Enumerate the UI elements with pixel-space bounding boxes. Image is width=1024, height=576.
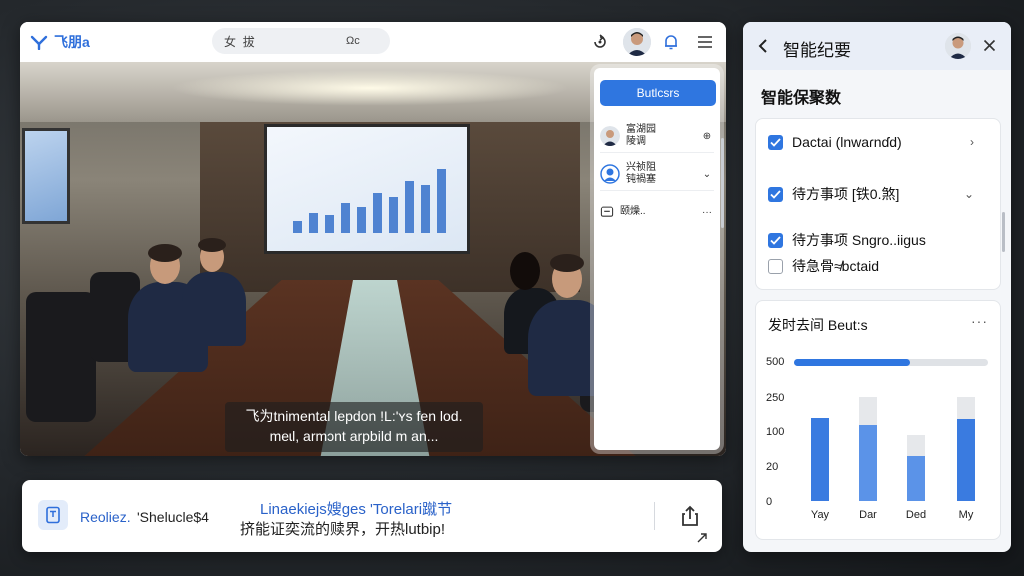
todo-label: 待急骨≉bctaid	[792, 258, 880, 274]
participants-button[interactable]: Butlcsrs	[600, 80, 716, 106]
more-icon[interactable]: ···	[700, 207, 714, 218]
divider	[654, 502, 655, 530]
expand-icon[interactable]	[696, 532, 708, 544]
back-icon[interactable]	[757, 38, 769, 54]
chevron-down-icon[interactable]: ⌄	[964, 187, 974, 201]
search-box[interactable]: Ωc	[212, 28, 390, 54]
mic-icon[interactable]: ⊕	[700, 131, 714, 142]
checkbox-checked[interactable]	[768, 134, 783, 150]
meeting-header: 飞朋a Ωc	[20, 22, 726, 62]
participant-name: 富湖园 陵调	[626, 124, 656, 147]
bar[interactable]	[907, 455, 925, 501]
screen-bar	[421, 185, 430, 233]
x-category-label: Dar	[859, 509, 877, 521]
bar[interactable]	[859, 424, 877, 501]
y-tick-label: 100	[766, 426, 785, 438]
search-icon[interactable]: Ωc	[346, 35, 360, 47]
checkbox-checked[interactable]	[768, 232, 783, 248]
participant-name: 兴祯阻 钝禍塞	[626, 162, 656, 185]
screen-bar	[293, 221, 302, 233]
todo-label: 待方事项 Sngro..iigus	[792, 232, 926, 248]
x-category-label: Ded	[905, 509, 927, 521]
schedule-link[interactable]: 'Shelucle$4	[137, 509, 209, 525]
summary-header: 智能纪要	[743, 22, 1011, 70]
live-caption: 飞为tnimental lepdon !L:'ʏs fen lod. meɩl,…	[225, 402, 483, 452]
y-tick-label: 250	[766, 392, 785, 404]
user-avatar[interactable]	[623, 28, 651, 56]
screen-bar	[389, 197, 398, 233]
progress-fill	[794, 359, 911, 366]
chart-card: 发时去间 Beut:s ··· 500 250 100 20 0 Yay Dar Ded My	[755, 300, 1001, 540]
todo-label: 待方事项 [铁0.煞]	[792, 186, 900, 202]
avatar[interactable]	[945, 33, 971, 59]
x-category-label: My	[958, 509, 974, 521]
presentation-screen	[264, 124, 470, 254]
todo-card: Dactai (lnwaɾnɗd) › 待方事项 [铁0.煞] ⌄ 待方事项 S…	[755, 118, 1001, 290]
screen-bar	[325, 215, 334, 233]
screen-bar	[405, 181, 414, 233]
toolbar-subtitle: 挤能证奕流的赎界，开热lutbip!	[240, 521, 446, 538]
todo-item[interactable]: 待方事项 [铁0.煞] ⌄	[768, 183, 988, 205]
participant-hair	[510, 252, 540, 290]
summary-panel: 智能纪要 智能保聚数 Dactai (lnwaɾnɗd) › 待方事项 [铁0.…	[743, 22, 1011, 552]
chevron-right-icon[interactable]: ›	[970, 135, 974, 149]
participant-row[interactable]: 兴祯阻 钝禍塞 ⌄	[600, 158, 714, 191]
participant-figure	[182, 272, 246, 346]
app-logo[interactable]: 飞朋a	[30, 32, 90, 52]
summary-title: 智能纪要	[783, 41, 851, 60]
participants-scrollbar[interactable]	[721, 138, 724, 228]
side-monitor	[22, 128, 70, 224]
avatar	[600, 126, 620, 146]
participant-row[interactable]: 颐燥.. ···	[600, 196, 714, 228]
ceiling-light	[170, 70, 570, 106]
search-input[interactable]	[222, 33, 346, 49]
participant-name: 颐燥..	[620, 206, 646, 217]
checkbox-checked[interactable]	[768, 186, 783, 202]
app-name: 飞朋a	[54, 34, 90, 50]
chevron-down-icon[interactable]: ⌄	[700, 169, 714, 180]
y-tick-label: 500	[766, 356, 785, 368]
app-logo-icon	[30, 35, 48, 50]
todo-item[interactable]: Dactai (lnwaɾnɗd) ›	[768, 131, 988, 153]
chair	[26, 292, 96, 422]
checkbox-unchecked[interactable]	[768, 258, 783, 274]
toolbar-title: Linaekiejs嫂ges 'Torelari蹴节	[260, 501, 453, 518]
participant-hair	[550, 254, 584, 272]
chart-title: 发时去间 Beut:s	[768, 317, 868, 333]
section-title: 智能保聚数	[761, 90, 842, 107]
participants-panel: Butlcsrs 富湖园 陵调 ⊕ 兴祯阻 钝禍塞 ⌄ 颐燥.. ···	[594, 68, 724, 450]
summary-scrollbar[interactable]	[1002, 212, 1005, 252]
avatar	[600, 164, 620, 184]
screen-bar	[309, 213, 318, 233]
screen-bar	[357, 207, 366, 233]
meeting-window: 飞朋a Ωc	[20, 22, 726, 456]
share-screen-icon[interactable]	[590, 32, 610, 52]
y-tick-label: 0	[766, 496, 773, 508]
todo-item[interactable]: 待方事项 Sngro..iigus	[768, 229, 988, 251]
menu-icon[interactable]	[695, 32, 715, 52]
chat-icon	[600, 206, 614, 217]
screen-bar	[437, 169, 446, 233]
document-icon[interactable]	[38, 500, 68, 530]
replies-link[interactable]: Reoliez.	[80, 509, 131, 525]
bottom-toolbar: Reoliez. 'Shelucle$4 Linaekiejs嫂ges 'Tor…	[22, 480, 722, 552]
screen-bar	[373, 193, 382, 233]
x-category-label: Yay	[810, 509, 830, 521]
meeting-video: 飞为tnimental lepdon !L:'ʏs fen lod. meɩl,…	[20, 62, 726, 456]
more-icon[interactable]: ···	[971, 313, 988, 329]
screen-bar	[341, 203, 350, 233]
close-icon[interactable]	[983, 39, 996, 52]
participant-row[interactable]: 富湖园 陵调 ⊕	[600, 120, 714, 153]
bar[interactable]	[957, 419, 975, 501]
participant-hair	[148, 244, 182, 262]
share-icon[interactable]	[678, 504, 702, 528]
todo-item[interactable]: 待急骨≉bctaid	[768, 255, 988, 277]
bell-icon[interactable]	[661, 32, 681, 52]
participant-hair	[198, 238, 226, 252]
bar[interactable]	[811, 417, 829, 501]
todo-label: Dactai (lnwaɾnɗd)	[792, 134, 902, 150]
y-tick-label: 20	[766, 461, 779, 473]
